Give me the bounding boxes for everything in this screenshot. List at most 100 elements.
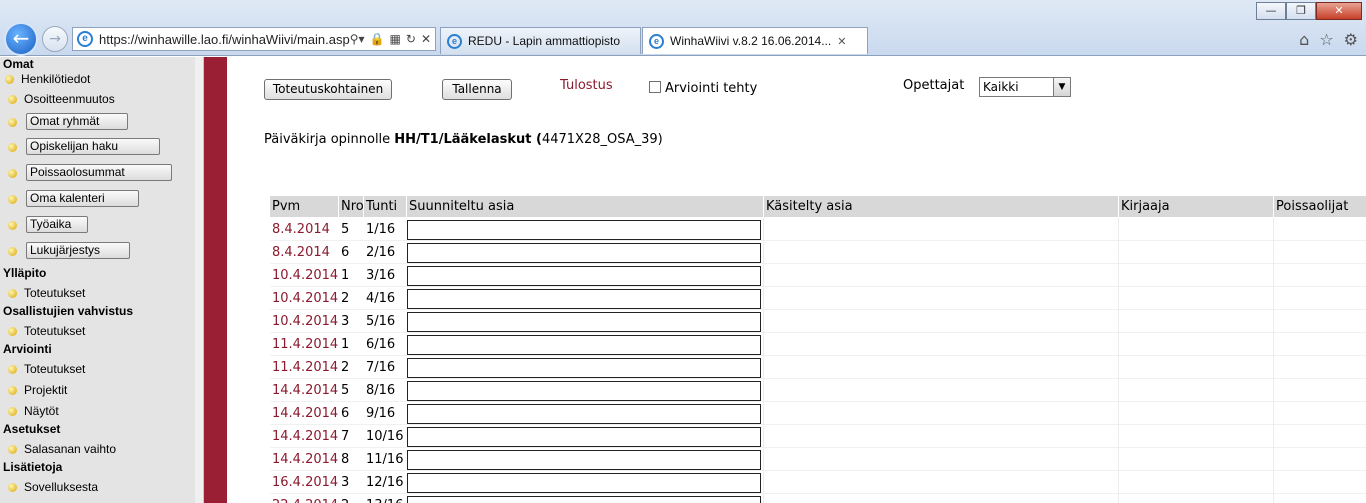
suunniteltu-asia-input[interactable] xyxy=(407,473,761,493)
tulostus-link[interactable]: Tulostus xyxy=(560,78,613,93)
diary-code: 4471X28_OSA_39) xyxy=(541,132,663,147)
sidebar-item-projektit[interactable]: Projektit xyxy=(8,383,67,397)
tyoaika-button[interactable]: Työaika xyxy=(26,216,88,233)
tab-redu[interactable]: e REDU - Lapin ammattiopisto xyxy=(440,27,641,54)
home-icon[interactable]: ⌂ xyxy=(1299,30,1309,49)
column-divider xyxy=(763,333,764,356)
address-bar[interactable]: e https://winhawille.lao.fi/winhaWiivi/m… xyxy=(72,27,436,51)
column-divider xyxy=(763,356,764,379)
tab-winhawiivi[interactable]: e WinhaWiivi v.8.2 16.06.2014... ✕ xyxy=(642,27,868,54)
favorites-star-icon[interactable]: ☆ xyxy=(1319,30,1333,49)
suunniteltu-asia-input[interactable] xyxy=(407,427,761,447)
address-url[interactable]: https://winhawille.lao.fi/winhaWiivi/mai… xyxy=(99,32,350,47)
restore-icon[interactable]: ❐ xyxy=(1286,2,1316,20)
section-osallistujien-vahvistus: Osallistujien vahvistus xyxy=(3,304,134,318)
row-date-link[interactable]: 14.4.2014 xyxy=(270,379,338,402)
row-nro: 5 xyxy=(341,222,350,237)
forward-button[interactable]: → xyxy=(42,26,68,52)
sidebar-item-henkilotiedot[interactable]: Henkilötiedot xyxy=(5,72,90,86)
suunniteltu-asia-input[interactable] xyxy=(407,220,761,240)
sidebar-item-yllapito-toteutukset[interactable]: Toteutukset xyxy=(8,286,85,300)
row-date-link[interactable]: 10.4.2014 xyxy=(270,264,338,287)
sidebar-item-arv-toteutukset[interactable]: Toteutukset xyxy=(8,362,85,376)
row-date-link[interactable]: 14.4.2014 xyxy=(270,448,338,471)
suunniteltu-asia-input[interactable] xyxy=(407,335,761,355)
bullet-icon xyxy=(8,385,17,395)
sidebar-scrollbar[interactable] xyxy=(195,57,203,503)
bullet-icon xyxy=(8,406,17,416)
row-tunti: 10/16 xyxy=(366,429,404,444)
column-divider xyxy=(763,471,764,494)
gear-icon[interactable]: ⚙ xyxy=(1344,30,1358,49)
column-divider xyxy=(1273,379,1274,402)
arrow-left-icon: ← xyxy=(12,26,30,50)
sidebar-item-naytot[interactable]: Näytöt xyxy=(8,404,59,418)
section-arviointi: Arviointi xyxy=(3,342,52,356)
row-date-link[interactable]: 8.4.2014 xyxy=(270,241,330,264)
table-row: 14.4.2014 8 11/16 xyxy=(270,448,1366,471)
row-date-link[interactable]: 22.4.2014 xyxy=(270,494,338,503)
column-divider xyxy=(763,264,764,287)
column-divider xyxy=(1273,494,1274,503)
lock-icon[interactable]: 🔒 xyxy=(370,32,385,46)
ie-page-icon: e xyxy=(77,31,93,47)
browser-toolbar: ⌂ ☆ ⚙ xyxy=(1299,30,1358,49)
suunniteltu-asia-input[interactable] xyxy=(407,266,761,286)
sidebar-item-label: Toteutukset xyxy=(24,362,86,376)
row-nro: 5 xyxy=(341,383,350,398)
bullet-icon xyxy=(5,74,14,84)
row-date-link[interactable]: 14.4.2014 xyxy=(270,402,338,425)
row-date-link[interactable]: 16.4.2014 xyxy=(270,471,338,494)
suunniteltu-asia-input[interactable] xyxy=(407,312,761,332)
row-tunti: 3/16 xyxy=(366,268,396,283)
diary-course: HH/T1/Lääkelaskut ( xyxy=(394,132,542,147)
suunniteltu-asia-input[interactable] xyxy=(407,381,761,401)
table-row: 14.4.2014 7 10/16 xyxy=(270,425,1366,448)
arviointi-tehty-checkbox[interactable] xyxy=(649,81,661,93)
opettajat-select[interactable]: Kaikki ▼ xyxy=(979,77,1071,97)
bullet-icon xyxy=(8,326,17,336)
compat-view-icon[interactable]: ▦ xyxy=(390,32,401,46)
close-window-icon[interactable]: ✕ xyxy=(1316,2,1362,20)
close-tab-icon[interactable]: ✕ xyxy=(837,35,846,48)
row-date-link[interactable]: 14.4.2014 xyxy=(270,425,338,448)
poissaolosummat-button[interactable]: Poissaolosummat xyxy=(26,164,172,181)
row-date-link[interactable]: 8.4.2014 xyxy=(270,218,330,241)
row-date-link[interactable]: 11.4.2014 xyxy=(270,356,338,379)
row-date-link[interactable]: 10.4.2014 xyxy=(270,310,338,333)
omat-ryhmat-button[interactable]: Omat ryhmät xyxy=(26,113,128,130)
suunniteltu-asia-input[interactable] xyxy=(407,289,761,309)
oma-kalenteri-button[interactable]: Oma kalenteri xyxy=(26,190,139,207)
opiskelijan-haku-button[interactable]: Opiskelijan haku xyxy=(26,138,160,155)
sidebar-item-osoitteenmuutos[interactable]: Osoitteenmuutos xyxy=(8,92,115,106)
chevron-down-icon[interactable]: ▼ xyxy=(1053,78,1070,96)
column-divider xyxy=(1273,402,1274,425)
suunniteltu-asia-input[interactable] xyxy=(407,450,761,470)
row-date-link[interactable]: 11.4.2014 xyxy=(270,333,338,356)
tallenna-button[interactable]: Tallenna xyxy=(442,79,512,100)
header-suunniteltu: Suunniteltu asia xyxy=(407,196,763,217)
suunniteltu-asia-input[interactable] xyxy=(407,243,761,263)
table-row: 8.4.2014 5 1/16 xyxy=(270,218,1366,241)
column-divider xyxy=(763,379,764,402)
suunniteltu-asia-input[interactable] xyxy=(407,496,761,503)
column-divider xyxy=(1118,310,1119,333)
refresh-icon[interactable]: ↻ xyxy=(406,32,416,46)
back-button[interactable]: ← xyxy=(4,22,38,56)
column-divider xyxy=(1118,287,1119,310)
row-date-link[interactable]: 10.4.2014 xyxy=(270,287,338,310)
sidebar-item-salasanan-vaihto[interactable]: Salasanan vaihto xyxy=(8,442,116,456)
minimize-icon[interactable]: — xyxy=(1256,2,1286,20)
bullet-icon xyxy=(8,143,17,152)
stop-icon[interactable]: ✕ xyxy=(421,32,431,46)
search-icon[interactable]: ⚲▾ xyxy=(350,32,365,46)
bullet-icon xyxy=(8,288,17,298)
sidebar-item-osall-toteutukset[interactable]: Toteutukset xyxy=(8,324,85,338)
suunniteltu-asia-input[interactable] xyxy=(407,358,761,378)
column-divider xyxy=(1118,494,1119,503)
sidebar-item-sovelluksesta[interactable]: Sovelluksesta xyxy=(8,480,98,494)
toteutuskohtainen-button[interactable]: Toteutuskohtainen xyxy=(264,79,392,100)
lukujarjestys-button[interactable]: Lukujärjestys xyxy=(26,242,130,259)
column-divider xyxy=(1273,471,1274,494)
suunniteltu-asia-input[interactable] xyxy=(407,404,761,424)
